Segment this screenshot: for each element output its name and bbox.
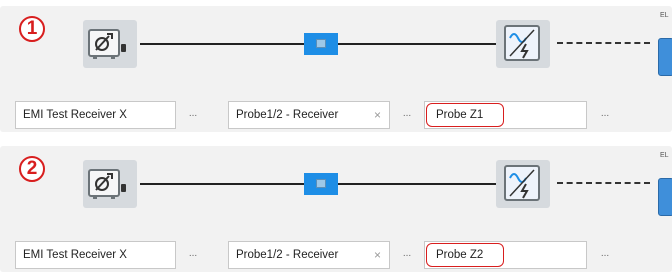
probez-field[interactable]: Probe Z1	[424, 101, 587, 129]
probez-field-value: Probe Z2	[436, 249, 484, 261]
receiver-field-value: EMI Test Receiver X	[23, 249, 127, 261]
receiver-field-value: EMI Test Receiver X	[23, 109, 127, 121]
step-number-badge: 2	[19, 156, 45, 182]
probe12-field[interactable]: Probe1/2 - Receiver ×	[228, 101, 390, 129]
clear-icon[interactable]: ×	[374, 242, 381, 268]
coupler-icon[interactable]	[304, 33, 338, 55]
step-number-badge: 1	[19, 16, 45, 42]
device-icon[interactable]	[658, 178, 672, 216]
dashed-connection	[557, 182, 650, 184]
browse-probe12-button[interactable]: ...	[392, 101, 422, 129]
probe12-field-value: Probe1/2 - Receiver	[236, 249, 339, 261]
device-label-partial: EL	[660, 152, 669, 159]
probez-field[interactable]: Probe Z2	[424, 241, 587, 269]
connection-line	[140, 43, 304, 45]
connection-line	[338, 43, 496, 45]
browse-receiver-button[interactable]: ...	[178, 101, 208, 129]
browse-probez-button[interactable]: ...	[590, 241, 620, 269]
browse-probez-button[interactable]: ...	[590, 101, 620, 129]
receiver-device-icon[interactable]	[83, 160, 137, 208]
browse-probe12-button[interactable]: ...	[392, 241, 422, 269]
probe-device-icon[interactable]	[496, 20, 550, 68]
coupler-icon[interactable]	[304, 173, 338, 195]
connection-line	[338, 183, 496, 185]
dashed-connection	[557, 42, 650, 44]
browse-receiver-button[interactable]: ...	[178, 241, 208, 269]
receiver-field[interactable]: EMI Test Receiver X	[15, 241, 176, 269]
probe12-field-value: Probe1/2 - Receiver	[236, 109, 339, 121]
connection-line	[140, 183, 304, 185]
setup-panel-1: 1 EL EMI Test Receiver X ... Probe1/2 - …	[0, 6, 672, 132]
probe12-field[interactable]: Probe1/2 - Receiver ×	[228, 241, 390, 269]
setup-panel-2: 2 EL EMI Test Receiver X ... Probe1/2 - …	[0, 146, 672, 272]
probez-field-value: Probe Z1	[436, 109, 484, 121]
probe-device-icon[interactable]	[496, 160, 550, 208]
clear-icon[interactable]: ×	[374, 102, 381, 128]
device-icon[interactable]	[658, 38, 672, 76]
receiver-device-icon[interactable]	[83, 20, 137, 68]
receiver-field[interactable]: EMI Test Receiver X	[15, 101, 176, 129]
device-label-partial: EL	[660, 12, 669, 19]
